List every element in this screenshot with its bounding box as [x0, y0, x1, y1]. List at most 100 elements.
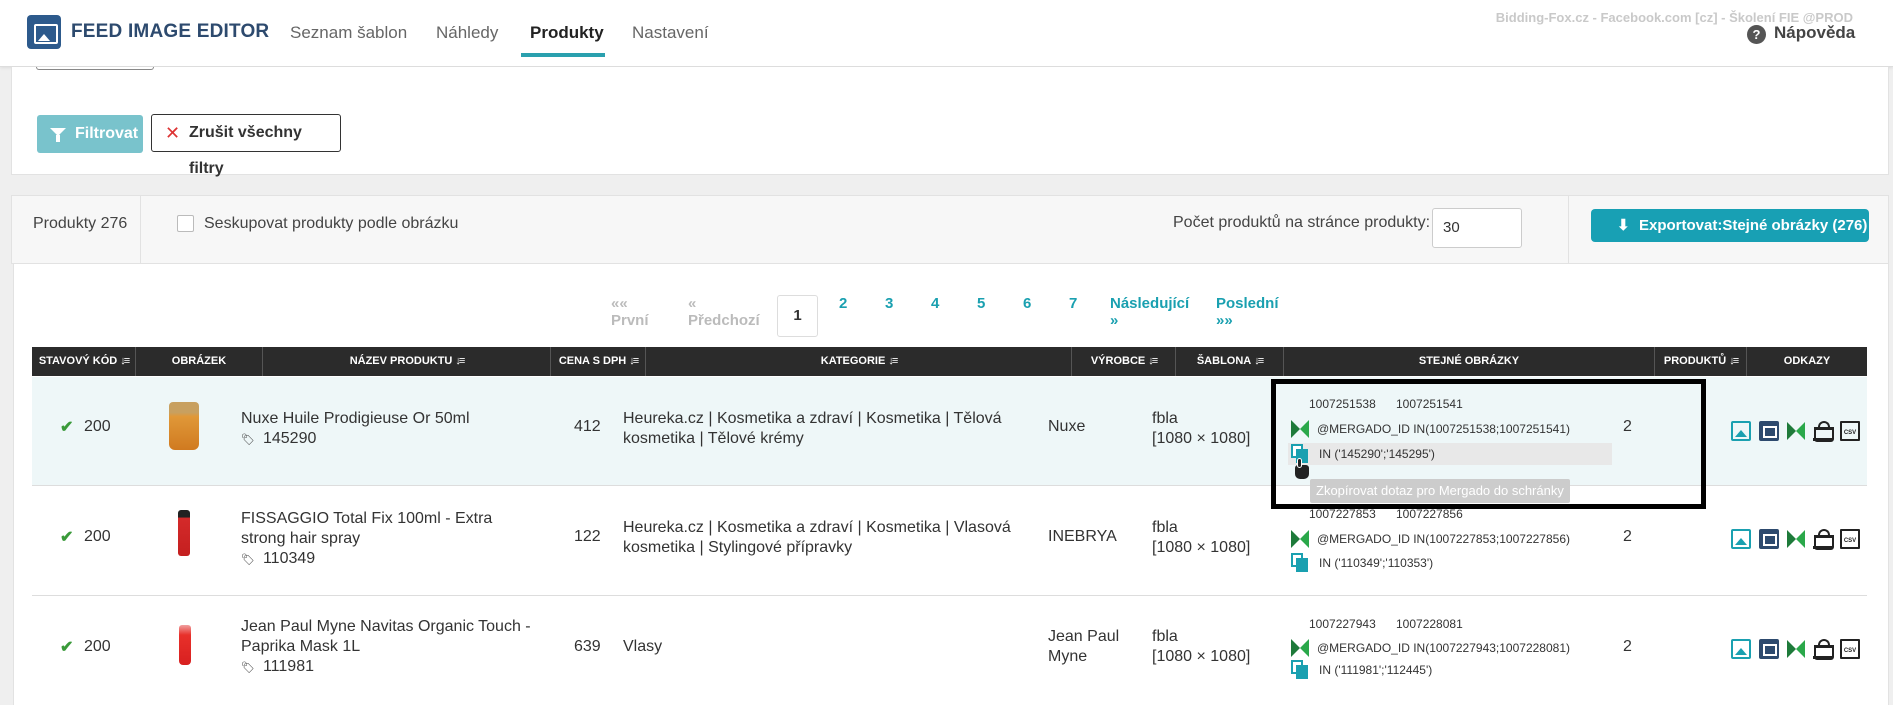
product-thumbnail[interactable] — [178, 510, 190, 556]
tab-previews[interactable]: Náhledy — [436, 23, 498, 43]
per-page-input[interactable]: 30 — [1432, 208, 1522, 248]
mergado-icon[interactable] — [1291, 639, 1309, 657]
help-link[interactable]: Nápověda — [1774, 23, 1855, 43]
tab-products[interactable]: Produkty — [530, 23, 604, 43]
ok-check-icon: ✔ — [60, 529, 74, 546]
in-query[interactable]: IN ('110349';'110353') — [1319, 556, 1433, 570]
group-by-image-checkbox[interactable] — [177, 215, 194, 232]
status-code: 200 — [84, 638, 111, 655]
pager-current-page[interactable]: 1 — [777, 295, 818, 337]
products-toolbar: Produkty 276 Seskupovat produkty podle o… — [11, 195, 1889, 264]
mergado-id: 1007227856 — [1396, 507, 1463, 521]
template-name[interactable]: fbla — [1152, 519, 1178, 537]
product-category: Heureka.cz | Kosmetika a zdraví | Kosmet… — [623, 519, 1011, 536]
table-header: STAVOVÝ KÓD ↓≡ OBRÁZEK NÁZEV PRODUKTU ↓≡ C… — [32, 347, 1867, 376]
shop-basket-icon[interactable] — [1813, 421, 1834, 442]
template-name[interactable]: fbla — [1152, 628, 1178, 646]
app-logo-icon[interactable] — [27, 15, 61, 49]
mergado-id: 1007227853 — [1309, 507, 1376, 521]
product-id: 111981 — [262, 658, 314, 675]
product-price: 412 — [574, 418, 601, 435]
preview-link-icon[interactable] — [1759, 639, 1779, 659]
image-link-icon[interactable] — [1731, 639, 1751, 659]
col-price[interactable]: CENA S DPH ↓≡ — [551, 347, 646, 376]
pager-last[interactable]: Poslední »» — [1216, 295, 1279, 329]
pager-page-3[interactable]: 3 — [885, 295, 893, 312]
image-link-icon[interactable] — [1731, 529, 1751, 549]
template-size: [1080 × 1080] — [1152, 430, 1251, 447]
csv-file-icon[interactable]: CSV — [1840, 421, 1860, 441]
export-button[interactable]: ⬇ Exportovat:Stejné obrázky (276) — [1591, 209, 1869, 242]
ok-check-icon: ✔ — [60, 639, 74, 656]
pager-first: «« První — [611, 295, 649, 329]
tab-templates[interactable]: Seznam šablon — [290, 23, 407, 43]
shop-basket-icon[interactable] — [1813, 639, 1834, 660]
sort-icon: ↓≡ — [1148, 355, 1158, 367]
sort-icon: ↓≡ — [1254, 355, 1264, 367]
product-maker: Jean Paul — [1048, 628, 1120, 645]
product-thumbnail[interactable] — [179, 625, 191, 665]
col-count[interactable]: PRODUKTŮ ↓≡ — [1655, 347, 1747, 376]
ok-check-icon: ✔ — [60, 419, 74, 436]
tab-settings[interactable]: Nastavení — [632, 23, 709, 43]
filter-button-label: Filtrovat — [75, 125, 139, 142]
app-title[interactable]: FEED IMAGE EDITOR — [71, 21, 269, 43]
sort-icon: ↓≡ — [1729, 355, 1739, 367]
col-links: ODKAZY — [1783, 355, 1831, 367]
filter-button[interactable]: Filtrovat — [37, 115, 143, 153]
col-name[interactable]: NÁZEV PRODUKTU ↓≡ — [263, 347, 551, 376]
tag-icon: 🏷 — [241, 554, 255, 566]
mergado-icon[interactable] — [1291, 530, 1309, 548]
product-price: 639 — [574, 638, 601, 655]
product-name[interactable]: Jean Paul Myne Navitas Organic Touch - — [241, 618, 531, 636]
mergado-link-icon[interactable] — [1787, 640, 1805, 658]
copy-icon[interactable] — [1291, 553, 1309, 572]
status-code: 200 — [84, 418, 111, 435]
clear-filters-button[interactable]: ✕ Zrušit všechny filtry — [151, 114, 341, 177]
col-status[interactable]: STAVOVÝ KÓD ↓≡ — [32, 347, 136, 376]
product-name-cont[interactable]: Paprika Mask 1L — [241, 638, 360, 656]
active-tab-indicator — [521, 53, 605, 57]
product-name[interactable]: FISSAGGIO Total Fix 100ml - Extra — [241, 510, 492, 528]
image-link-icon[interactable] — [1731, 421, 1751, 441]
csv-file-icon[interactable]: CSV — [1840, 639, 1860, 659]
pager-page-7[interactable]: 7 — [1069, 295, 1077, 312]
close-icon: ✕ — [165, 123, 181, 143]
sort-icon: ↓≡ — [629, 355, 639, 367]
help-icon[interactable]: ? — [1747, 25, 1766, 44]
csv-file-icon[interactable]: CSV — [1840, 529, 1860, 549]
table-row: ✔ 200 Jean Paul Myne Navitas Organic Tou… — [32, 597, 1867, 705]
top-navbar: FEED IMAGE EDITOR Seznam šablon Náhledy … — [0, 0, 1893, 67]
product-maker-cont: Myne — [1048, 648, 1088, 665]
in-query[interactable]: IN ('111981';'112445') — [1319, 663, 1432, 677]
product-name-cont[interactable]: strong hair spray — [241, 530, 360, 548]
col-template[interactable]: ŠABLONA ↓≡ — [1176, 347, 1284, 376]
tag-icon: 🏷 — [241, 434, 255, 446]
per-page-label: Počet produktů na stránce produkty: — [1173, 214, 1431, 231]
shop-basket-icon[interactable] — [1813, 529, 1834, 550]
preview-link-icon[interactable] — [1759, 529, 1779, 549]
filter-panel: Filtrovat ✕ Zrušit všechny filtry — [11, 67, 1889, 177]
mergado-link-icon[interactable] — [1787, 422, 1805, 440]
pager-page-2[interactable]: 2 — [839, 295, 847, 312]
sort-icon: ↓≡ — [455, 355, 465, 367]
col-category[interactable]: KATEGORIE ↓≡ — [646, 347, 1072, 376]
template-name[interactable]: fbla — [1152, 410, 1178, 428]
copy-icon[interactable] — [1291, 660, 1309, 679]
product-thumbnail[interactable] — [169, 402, 199, 450]
product-maker: Nuxe — [1048, 418, 1086, 435]
tag-icon: 🏷 — [241, 662, 255, 674]
pager-next[interactable]: Následující » — [1110, 295, 1189, 329]
scrolled-button-edge — [36, 67, 154, 70]
mergado-link-icon[interactable] — [1787, 530, 1805, 548]
col-same-images: STEJNÉ OBRÁZKY — [1284, 347, 1655, 376]
col-maker[interactable]: VÝROBCE ↓≡ — [1072, 347, 1176, 376]
product-id: 145290 — [262, 430, 317, 447]
pager-page-5[interactable]: 5 — [977, 295, 985, 312]
pager-page-6[interactable]: 6 — [1023, 295, 1031, 312]
product-name[interactable]: Nuxe Huile Prodigieuse Or 50ml — [241, 410, 470, 428]
pager-page-4[interactable]: 4 — [931, 295, 939, 312]
preview-link-icon[interactable] — [1759, 421, 1779, 441]
same-image-count: 2 — [1623, 528, 1632, 545]
group-by-image-label[interactable]: Seskupovat produkty podle obrázku — [204, 215, 458, 233]
